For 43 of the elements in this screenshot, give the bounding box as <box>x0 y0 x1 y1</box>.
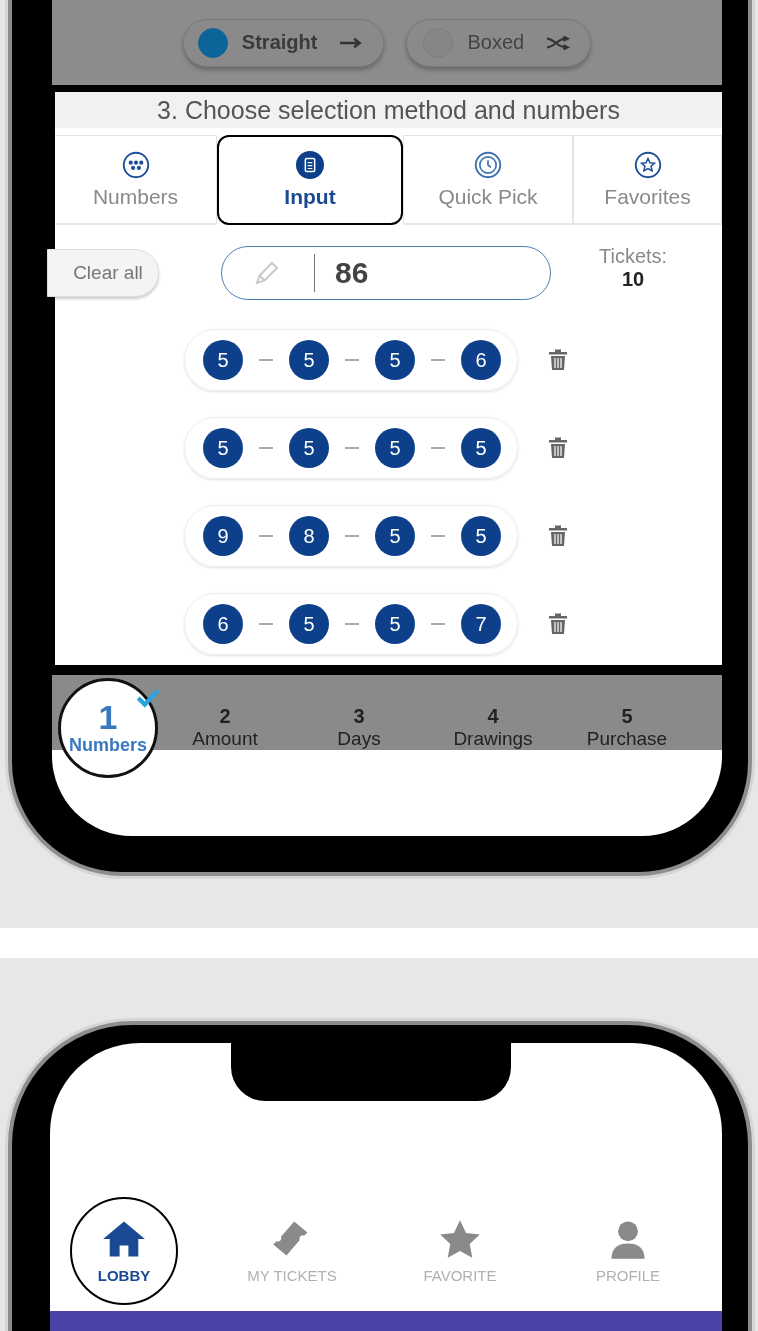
method-tab[interactable]: Input <box>217 135 403 225</box>
clock-icon <box>474 150 502 179</box>
method-tab[interactable]: Numbers <box>55 135 217 225</box>
number-ball: 5 <box>375 340 415 380</box>
clipboard-icon <box>296 151 324 179</box>
number-ball: 5 <box>203 340 243 380</box>
trash-icon[interactable] <box>548 436 568 460</box>
number-ball: 6 <box>461 340 501 380</box>
tickets-label: Tickets: <box>599 245 668 268</box>
shuffle-icon <box>546 35 573 50</box>
number-ball: 5 <box>375 428 415 468</box>
number-ball: 9 <box>203 516 243 556</box>
check-icon <box>135 687 161 709</box>
step-tab[interactable]: 4 Drawings <box>426 686 560 750</box>
nav-tab[interactable]: LOBBY <box>70 1197 178 1305</box>
trash-icon[interactable] <box>548 524 568 548</box>
clear-all-button[interactable]: Clear all <box>47 249 159 297</box>
method-tab[interactable]: Quick Pick <box>403 135 573 225</box>
number-ball: 5 <box>375 516 415 556</box>
number-input[interactable]: 86 <box>335 256 485 290</box>
number-ball: 5 <box>289 604 329 644</box>
mode-toggle[interactable]: Straight <box>182 18 385 67</box>
step-tab[interactable]: 3 Days <box>292 686 426 750</box>
number-ball: 5 <box>461 428 501 468</box>
number-ball: 6 <box>203 604 243 644</box>
number-ball: 5 <box>289 428 329 468</box>
mode-toggle[interactable]: Boxed <box>406 18 592 67</box>
number-ball: 5 <box>289 340 329 380</box>
number-ball: 5 <box>375 604 415 644</box>
method-tab[interactable]: Favorites <box>573 135 722 225</box>
trash-icon[interactable] <box>548 612 568 636</box>
number-ball: 7 <box>461 604 501 644</box>
trash-icon[interactable] <box>548 348 568 372</box>
number-ball: 5 <box>203 428 243 468</box>
number-ball: 8 <box>289 516 329 556</box>
dots-icon <box>121 150 150 179</box>
step-tab[interactable]: 5 Purchase <box>560 686 694 750</box>
number-ball: 5 <box>461 516 501 556</box>
step-tab[interactable]: 2 Amount <box>158 686 292 750</box>
tickets-count: 10 <box>621 268 645 291</box>
section-title: 3. Choose selection method and numbers <box>55 92 722 128</box>
step-tab[interactable]: 1 Numbers <box>58 678 158 778</box>
star-icon <box>438 1218 482 1259</box>
